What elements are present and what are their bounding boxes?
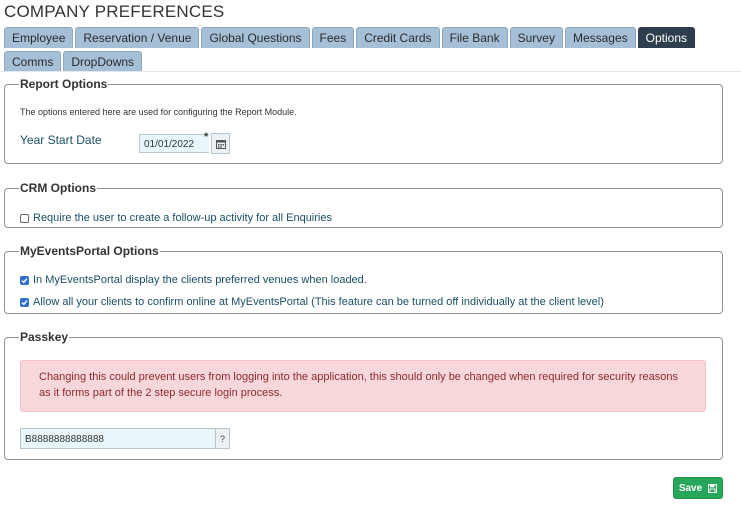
- passkey-input[interactable]: B8888888888888: [20, 428, 216, 449]
- report-options-panel: Report Options The options entered here …: [4, 77, 723, 164]
- report-options-description: The options entered here are used for co…: [20, 107, 297, 117]
- save-label: Save: [678, 482, 703, 494]
- followup-checkbox[interactable]: [20, 213, 29, 223]
- year-start-label: Year Start Date: [20, 133, 102, 147]
- year-start-date-input[interactable]: 01/01/2022: [139, 134, 209, 153]
- calendar-button[interactable]: [211, 133, 230, 154]
- floppy-disk-icon: [708, 483, 718, 493]
- tab-survey[interactable]: Survey: [509, 27, 563, 48]
- preferred-venues-checkbox[interactable]: [20, 275, 29, 285]
- mep-options-legend: MyEventsPortal Options: [20, 244, 159, 258]
- crm-options-panel: CRM Options Require the user to create a…: [4, 181, 723, 228]
- tab-comms[interactable]: Comms: [4, 51, 62, 72]
- tab-bar: Employee Reservation / Venue Global Ques…: [4, 27, 734, 72]
- followup-option: Require the user to create a follow-up a…: [20, 212, 332, 224]
- followup-label: Require the user to create a follow-up a…: [33, 212, 332, 224]
- tab-fees[interactable]: Fees: [311, 27, 355, 48]
- tab-file-bank[interactable]: File Bank: [441, 27, 508, 48]
- tab-options[interactable]: Options: [637, 27, 696, 48]
- check-icon: [21, 277, 28, 283]
- crm-options-legend: CRM Options: [20, 181, 96, 195]
- calendar-icon: [215, 139, 226, 149]
- passkey-help-button[interactable]: ?: [215, 428, 230, 449]
- check-icon: [21, 299, 28, 305]
- page-title: COMPANY PREFERENCES: [4, 2, 225, 21]
- tab-messages[interactable]: Messages: [564, 27, 636, 48]
- tab-credit-cards[interactable]: Credit Cards: [356, 27, 440, 48]
- preferred-venues-label: In MyEventsPortal display the clients pr…: [33, 274, 367, 286]
- confirm-online-label: Allow all your clients to confirm online…: [33, 296, 604, 308]
- mep-options-panel: MyEventsPortal Options In MyEventsPortal…: [4, 244, 723, 314]
- required-marker: *: [204, 131, 209, 143]
- tab-global-questions[interactable]: Global Questions: [201, 27, 310, 48]
- save-button[interactable]: Save: [673, 477, 723, 499]
- tab-reservation-venue[interactable]: Reservation / Venue: [75, 27, 200, 48]
- confirm-online-option: Allow all your clients to confirm online…: [20, 296, 604, 308]
- tab-divider: [0, 71, 741, 72]
- report-options-legend: Report Options: [20, 77, 108, 91]
- tab-dropdowns[interactable]: DropDowns: [63, 51, 143, 72]
- tab-employee[interactable]: Employee: [4, 27, 74, 48]
- passkey-panel: Passkey Changing this could prevent user…: [4, 330, 723, 460]
- passkey-warning-alert: Changing this could prevent users from l…: [20, 360, 706, 412]
- passkey-legend: Passkey: [20, 330, 69, 344]
- preferred-venues-option: In MyEventsPortal display the clients pr…: [20, 274, 367, 286]
- confirm-online-checkbox[interactable]: [20, 297, 29, 307]
